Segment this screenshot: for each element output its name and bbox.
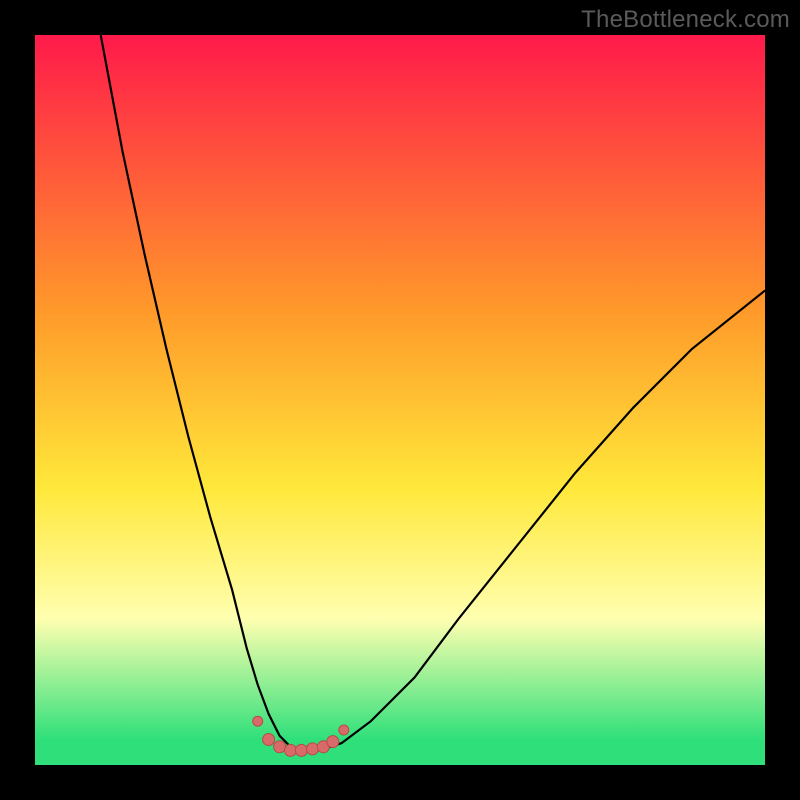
chart-svg <box>35 35 765 765</box>
curve-marker <box>274 741 286 753</box>
curve-marker <box>295 744 307 756</box>
curve-marker <box>327 736 339 748</box>
curve-marker <box>263 734 275 746</box>
curve-marker <box>339 725 349 735</box>
outer-frame: TheBottleneck.com <box>0 0 800 800</box>
curve-marker <box>285 744 297 756</box>
watermark-text: TheBottleneck.com <box>581 6 790 34</box>
curve-marker <box>306 743 318 755</box>
plot-area <box>35 35 765 765</box>
curve-marker <box>253 716 263 726</box>
gradient-background <box>35 35 765 765</box>
